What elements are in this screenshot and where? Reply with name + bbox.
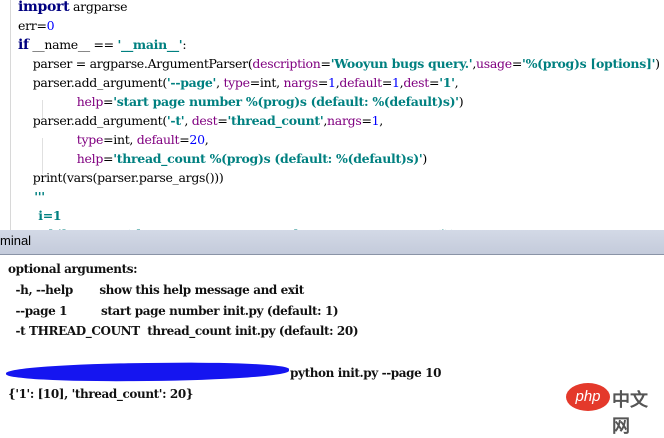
code-token-kwarg: nargs — [327, 113, 362, 128]
code-line: parser.add_argument('-t', dest='thread_c… — [18, 112, 384, 130]
code-token-kwarg: dest — [191, 113, 218, 128]
code-line: if __name__ == '__main__': — [18, 36, 187, 54]
code-token-str: '1' — [439, 75, 455, 90]
code-token-plain: = — [320, 56, 331, 71]
code-token-plain: = — [217, 113, 228, 128]
code-token-kwarg: help — [76, 94, 104, 109]
code-token-plain: , — [379, 113, 383, 128]
code-line: print(vars(parser.parse_args())) — [18, 169, 224, 187]
code-token-plain: = — [381, 75, 393, 90]
code-token-plain: = — [103, 151, 114, 166]
code-token-kw: import — [18, 0, 70, 15]
code-line: ''' — [18, 188, 45, 206]
terminal-line: -t THREAD_COUNT thread_count init.py (de… — [8, 324, 359, 338]
code-token-plain: , — [184, 113, 192, 128]
terminal-tab-title[interactable]: minal — [0, 233, 31, 248]
code-line: parser.add_argument('--page', type=int, … — [18, 74, 459, 92]
code-token-kwarg: type — [223, 75, 250, 90]
code-token-plain: parser.add_argument( — [18, 75, 168, 90]
code-token-str: 'start page number %(prog)s (default: %(… — [113, 94, 459, 109]
code-token-plain: = — [511, 56, 523, 71]
code-token-plain: , — [204, 132, 209, 147]
code-token-num: 20 — [189, 132, 205, 147]
code-token-str: 'Wooyun bugs query.' — [330, 56, 473, 71]
code-token-plain: err= — [18, 18, 47, 33]
code-token-num: 1 — [392, 75, 400, 90]
code-token-plain: = — [429, 75, 440, 90]
code-line: help='thread_count %(prog)s (default: %(… — [18, 150, 427, 168]
code-token-str: '%(prog)s [options]' — [522, 56, 656, 71]
code-token-str: ''' — [18, 189, 45, 204]
code-line: import argparse — [18, 0, 128, 16]
code-token-num: 0 — [46, 18, 55, 33]
code-token-plain: , — [454, 75, 459, 90]
code-token-str: i=1 — [18, 208, 62, 223]
gutter-divider — [10, 0, 11, 230]
code-token-plain: =int, — [103, 132, 137, 147]
terminal-output[interactable]: optional arguments: -h, --help show this… — [0, 255, 664, 418]
code-token-kwarg: help — [76, 151, 104, 166]
code-line: err=0 — [18, 17, 55, 35]
terminal-line: {'1': [10], 'thread_count': 20} — [8, 387, 194, 401]
code-token-kwarg: default — [339, 75, 382, 90]
code-line: i=1 — [18, 207, 61, 225]
terminal-line: optional arguments: — [8, 262, 138, 276]
code-token-str: 'thread_count' — [227, 113, 324, 128]
code-line: help='start page number %(prog)s (defaul… — [18, 93, 464, 111]
terminal-line: --page 1 start page number init.py (defa… — [8, 304, 339, 318]
terminal-line: -h, --help show this help message and ex… — [8, 283, 305, 297]
code-token-str: '__main__' — [117, 37, 183, 52]
code-token-str: 'thread_count %(prog)s (default: %(defau… — [113, 151, 423, 166]
code-token-plain: argparse — [69, 0, 128, 14]
terminal-command: python init.py --page 10 — [290, 366, 442, 380]
watermark-text: 中文网 — [612, 390, 648, 437]
code-token-plain: = — [103, 94, 114, 109]
code-token-plain: = — [317, 75, 329, 90]
site-watermark-logo: php 中文网 — [566, 383, 662, 437]
code-token-kwarg: default — [136, 132, 180, 147]
code-token-kw: if — [18, 37, 29, 53]
code-token-plain: ) — [655, 56, 660, 71]
code-token-str: '-t' — [166, 113, 185, 128]
code-token-num: 1 — [328, 75, 336, 90]
code-token-plain: print(vars(parser.parse_args())) — [18, 170, 224, 185]
code-token-plain: parser = argparse.ArgumentParser( — [18, 56, 253, 71]
terminal-panel-header[interactable]: minal — [0, 230, 664, 255]
code-token-str: '--page' — [166, 75, 217, 90]
code-token-plain: ) — [458, 94, 464, 109]
code-editor[interactable]: import argparse err=0 if __name__ == '__ma… — [0, 0, 664, 230]
code-token-plain: ) — [422, 151, 427, 166]
code-token-kwarg: dest — [403, 75, 429, 90]
code-token-plain: = — [361, 113, 372, 128]
code-line: type=int, default=20, — [18, 131, 209, 149]
code-line: parser = argparse.ArgumentParser(descrip… — [18, 55, 660, 73]
watermark-badge: php — [566, 383, 610, 411]
code-token-kwarg: nargs — [283, 75, 318, 90]
code-token-kwarg: usage — [476, 56, 512, 71]
code-token-plain: __name__ == — [28, 37, 118, 52]
code-token-plain: =int, — [249, 75, 284, 90]
code-token-kwarg: description — [252, 56, 321, 71]
code-token-plain: = — [179, 132, 190, 147]
code-token-kwarg: type — [76, 132, 104, 147]
code-token-plain: : — [182, 37, 187, 52]
code-token-plain: parser.add_argument( — [18, 113, 168, 128]
